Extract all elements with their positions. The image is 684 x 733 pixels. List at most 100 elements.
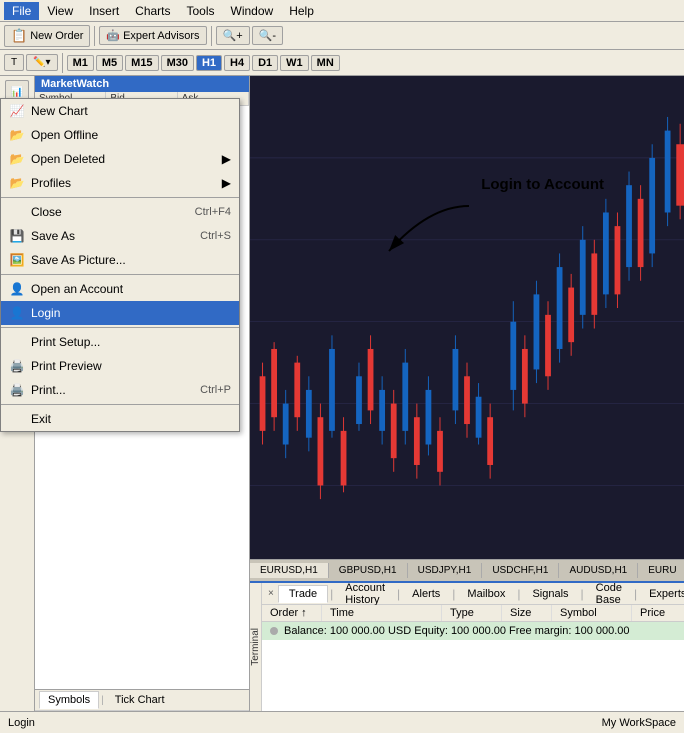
tab-signals[interactable]: Signals bbox=[522, 586, 578, 602]
separator-3 bbox=[1, 327, 239, 328]
annotation-label: Login to Account bbox=[481, 176, 604, 193]
candlestick-chart bbox=[250, 76, 684, 581]
menu-help[interactable]: Help bbox=[281, 2, 322, 20]
balance-row: Balance: 100 000.00 USD Equity: 100 000.… bbox=[262, 622, 684, 640]
new-order-label: New Order bbox=[30, 30, 83, 42]
chart-tab-eurusd2[interactable]: EURU bbox=[638, 563, 684, 578]
menu-item-save-as[interactable]: 💾 Save As Ctrl+S bbox=[1, 224, 239, 248]
tab-code-base[interactable]: Code Base bbox=[586, 580, 632, 608]
draw-tool[interactable]: ✏️▾ bbox=[26, 54, 57, 71]
tab-sep-1: | bbox=[330, 587, 333, 601]
profiles-icon: 📂 bbox=[9, 175, 25, 191]
print-setup-label: Print Setup... bbox=[31, 335, 100, 349]
profiles-arrow: ▶ bbox=[222, 176, 231, 190]
menu-insert[interactable]: Insert bbox=[81, 2, 127, 20]
print-icon: 🖨️ bbox=[9, 382, 25, 398]
save-as-icon: 💾 bbox=[9, 228, 25, 244]
print-preview-label: Print Preview bbox=[31, 359, 102, 373]
timeframe-m1[interactable]: M1 bbox=[67, 55, 94, 71]
menu-window[interactable]: Window bbox=[223, 2, 282, 20]
table-header: Order ↑ Time Type Size Symbol Price bbox=[262, 605, 684, 622]
tab-sep-3: | bbox=[452, 587, 455, 601]
tab-symbols[interactable]: Symbols bbox=[39, 691, 99, 709]
menu-item-open-offline[interactable]: 📂 Open Offline bbox=[1, 123, 239, 147]
open-deleted-label: Open Deleted bbox=[31, 152, 105, 166]
zoom-in-button[interactable]: 🔍+ bbox=[216, 26, 250, 45]
chart-tab-eurusd[interactable]: EURUSD,H1 bbox=[250, 563, 329, 578]
menu-tools[interactable]: Tools bbox=[179, 2, 223, 20]
separator-2 bbox=[1, 274, 239, 275]
print-label: Print... bbox=[31, 383, 66, 397]
chart-tab-bar: EURUSD,H1 GBPUSD,H1 USDJPY,H1 USDCHF,H1 … bbox=[250, 559, 684, 581]
tab-account-history[interactable]: Account History bbox=[335, 580, 395, 608]
menu-item-save-as-picture[interactable]: 🖼️ Save As Picture... bbox=[1, 248, 239, 272]
terminal-panel: Terminal × Trade | Account History | Ale… bbox=[250, 581, 684, 711]
tab-alerts[interactable]: Alerts bbox=[402, 586, 450, 602]
tab-mailbox[interactable]: Mailbox bbox=[457, 586, 515, 602]
zoom-out-button[interactable]: 🔍- bbox=[252, 26, 283, 45]
timeframe-d1[interactable]: D1 bbox=[252, 55, 278, 71]
save-picture-icon: 🖼️ bbox=[9, 252, 25, 268]
chart-area: Login to Account EURUSD,H1 GBPUSD,H1 USD… bbox=[250, 76, 684, 581]
timeframe-h4[interactable]: H4 bbox=[224, 55, 250, 71]
menu-item-open-deleted[interactable]: 📂 Open Deleted ▶ bbox=[1, 147, 239, 171]
terminal-text: Terminal bbox=[250, 628, 261, 666]
toolbar2: T ✏️▾ M1 M5 M15 M30 H1 H4 D1 W1 MN bbox=[0, 50, 684, 76]
chart-tab-audusd[interactable]: AUDUSD,H1 bbox=[559, 563, 638, 578]
print-preview-icon: 🖨️ bbox=[9, 358, 25, 374]
login-label: Login bbox=[31, 306, 60, 320]
menu-item-print[interactable]: 🖨️ Print... Ctrl+P bbox=[1, 378, 239, 402]
exit-icon bbox=[9, 411, 25, 427]
terminal-vertical-label[interactable]: Terminal bbox=[250, 583, 262, 711]
menu-item-print-setup[interactable]: Print Setup... bbox=[1, 330, 239, 354]
menu-item-login[interactable]: 👤 Login bbox=[1, 301, 239, 325]
col-order: Order ↑ bbox=[262, 605, 322, 621]
cursor-tool[interactable]: T bbox=[4, 54, 24, 71]
timeframe-m5[interactable]: M5 bbox=[96, 55, 123, 71]
tab-sep-4: | bbox=[517, 587, 520, 601]
new-order-icon: 📋 bbox=[11, 28, 27, 44]
toolbar-separator-2 bbox=[211, 26, 212, 46]
tab-trade[interactable]: Trade bbox=[278, 585, 328, 603]
open-account-icon: 👤 bbox=[9, 281, 25, 297]
close-icon bbox=[9, 204, 25, 220]
timeframe-h1[interactable]: H1 bbox=[196, 55, 222, 71]
menu-charts[interactable]: Charts bbox=[127, 2, 178, 20]
menu-view[interactable]: View bbox=[39, 2, 81, 20]
menu-file[interactable]: File bbox=[4, 2, 39, 20]
market-watch-header: MarketWatch bbox=[35, 76, 249, 92]
open-offline-icon: 📂 bbox=[9, 127, 25, 143]
timeframe-w1[interactable]: W1 bbox=[280, 55, 309, 71]
tab-sep-2: | bbox=[397, 587, 400, 601]
expert-advisors-label: Expert Advisors bbox=[123, 30, 199, 42]
col-size: Size bbox=[502, 605, 552, 621]
menu-item-print-preview[interactable]: 🖨️ Print Preview bbox=[1, 354, 239, 378]
exit-label: Exit bbox=[31, 412, 51, 426]
menu-item-exit[interactable]: Exit bbox=[1, 407, 239, 431]
tab-experts[interactable]: Experts bbox=[639, 586, 684, 602]
col-symbol: Symbol bbox=[552, 605, 632, 621]
chart-tab-usdjpy[interactable]: USDJPY,H1 bbox=[408, 563, 483, 578]
chart-tab-gbpusd[interactable]: GBPUSD,H1 bbox=[329, 563, 408, 578]
robot-icon: 🤖 bbox=[106, 29, 120, 42]
menu-item-profiles[interactable]: 📂 Profiles ▶ bbox=[1, 171, 239, 195]
market-watch-bottom: Symbols | Tick Chart bbox=[35, 689, 249, 711]
expert-advisors-button[interactable]: 🤖 Expert Advisors bbox=[99, 26, 206, 45]
menu-item-open-account[interactable]: 👤 Open an Account bbox=[1, 277, 239, 301]
timeframe-mn[interactable]: MN bbox=[311, 55, 340, 71]
print-shortcut: Ctrl+P bbox=[200, 384, 231, 396]
menu-item-new-chart[interactable]: 📈 New Chart bbox=[1, 99, 239, 123]
menu-item-close[interactable]: Close Ctrl+F4 bbox=[1, 200, 239, 224]
timeframe-m30[interactable]: M30 bbox=[161, 55, 194, 71]
col-price: Price bbox=[632, 605, 673, 621]
open-account-label: Open an Account bbox=[31, 282, 123, 296]
tab-tick-chart[interactable]: Tick Chart bbox=[106, 691, 174, 709]
login-icon: 👤 bbox=[9, 305, 25, 321]
profiles-label: Profiles bbox=[31, 176, 71, 190]
dropdown-menu: 📈 New Chart 📂 Open Offline 📂 Open Delete… bbox=[0, 98, 240, 432]
chart-tab-usdchf[interactable]: USDCHF,H1 bbox=[482, 563, 559, 578]
terminal-tabs: × Trade | Account History | Alerts | Mai… bbox=[262, 583, 684, 605]
timeframe-m15[interactable]: M15 bbox=[125, 55, 158, 71]
new-order-button[interactable]: 📋 New Order bbox=[4, 25, 90, 47]
terminal-close-btn[interactable]: × bbox=[264, 588, 278, 599]
